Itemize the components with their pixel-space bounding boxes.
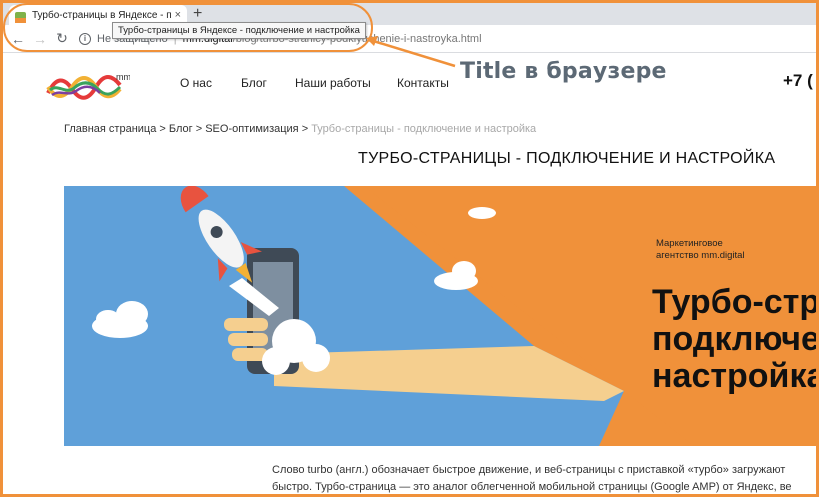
screenshot-frame [0, 0, 819, 497]
